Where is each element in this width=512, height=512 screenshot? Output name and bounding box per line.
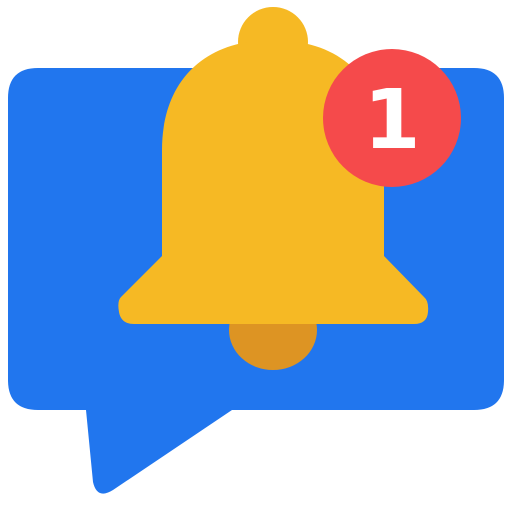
notification-badge: 1 <box>323 49 461 187</box>
badge-count: 1 <box>363 73 420 168</box>
notification-icon-canvas: 1 <box>0 0 512 512</box>
notification-bell-message-icon: 1 <box>8 7 504 494</box>
